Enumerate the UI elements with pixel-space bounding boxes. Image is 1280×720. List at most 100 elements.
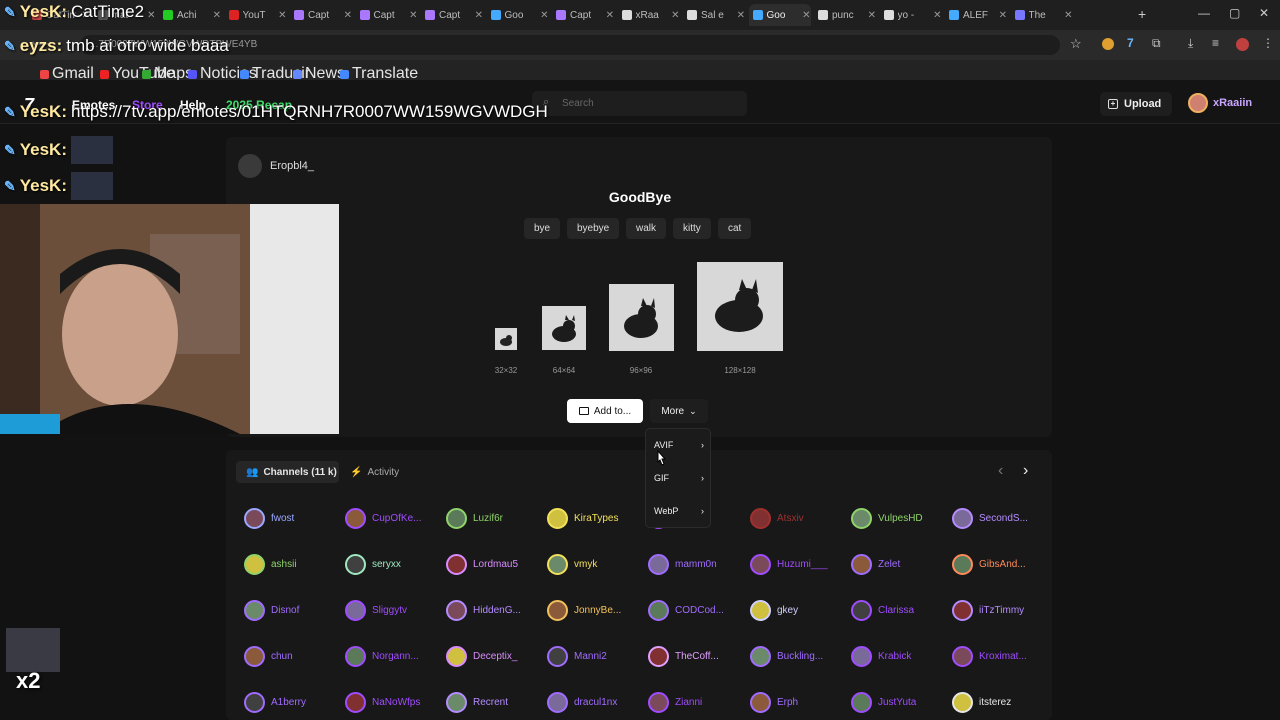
channel-item[interactable]: TheCoff... [648, 646, 719, 667]
close-tab-icon[interactable]: ✕ [409, 10, 417, 21]
extension-icon[interactable] [1102, 38, 1114, 50]
browser-tab[interactable]: Capt ✕ [290, 4, 352, 26]
close-tab-icon[interactable]: ✕ [606, 10, 614, 21]
channel-item[interactable]: iiTzTimmy [952, 600, 1024, 621]
channel-item[interactable]: JonnyBe... [547, 600, 621, 621]
emote-preview-96[interactable] [609, 284, 674, 351]
channel-item[interactable]: NaNoWfps [345, 692, 420, 713]
close-tab-icon[interactable]: ✕ [802, 10, 810, 21]
download-icon[interactable]: ⤓ [1188, 36, 1193, 51]
close-tab-icon[interactable]: ✕ [344, 10, 352, 21]
browser-tab[interactable]: Capt ✕ [356, 4, 418, 26]
tag-byebye[interactable]: byebye [567, 218, 620, 239]
profile-avatar-icon[interactable] [1236, 38, 1249, 51]
close-tab-icon[interactable]: ✕ [213, 10, 221, 21]
author-avatar[interactable] [238, 154, 262, 178]
emote-preview-64[interactable] [542, 306, 586, 350]
channel-item[interactable]: Krabick [851, 646, 911, 667]
channel-item[interactable]: KiraTypes [547, 508, 618, 529]
channel-item[interactable]: chun [244, 646, 293, 667]
channel-item[interactable]: Recrent [446, 692, 508, 713]
tag-bye[interactable]: bye [524, 218, 561, 239]
channel-item[interactable]: itsterez [952, 692, 1011, 713]
browser-tab[interactable]: yo - ✕ [880, 4, 942, 26]
channel-item[interactable]: CODCod... [648, 600, 724, 621]
minimize-icon[interactable]: — [1198, 6, 1210, 20]
maximize-icon[interactable]: ▢ [1229, 6, 1240, 20]
upload-button[interactable]: + Upload [1100, 92, 1172, 116]
tag-cat[interactable]: cat [718, 218, 752, 239]
channel-item[interactable]: dracul1nx [547, 692, 617, 713]
channel-item[interactable]: vmyk [547, 554, 597, 575]
channel-item[interactable]: Atsxiv [750, 508, 804, 529]
browser-tab[interactable]: Goo ✕ [748, 4, 811, 26]
channel-item[interactable]: Luzif6r [446, 508, 503, 529]
channel-item[interactable]: Norgann... [345, 646, 419, 667]
menu-item-webp[interactable]: WebP › [654, 506, 704, 516]
close-tab-icon[interactable]: ✕ [999, 10, 1007, 21]
channel-item[interactable]: A1berry [244, 692, 306, 713]
emote-preview-32[interactable] [495, 328, 517, 350]
channel-item[interactable]: gkey [750, 600, 798, 621]
menu-kebab-icon[interactable]: ⋮ [1262, 36, 1274, 50]
channel-item[interactable]: Lordmau5 [446, 554, 518, 575]
channel-item[interactable]: fwost [244, 508, 294, 529]
media-control-icon[interactable]: ≡ [1212, 36, 1219, 50]
browser-tab[interactable]: Capt ✕ [421, 4, 483, 26]
channel-item[interactable]: CupOfKe... [345, 508, 421, 529]
channel-item[interactable]: HiddenG... [446, 600, 521, 621]
channel-item[interactable]: SecondS... [952, 508, 1028, 529]
tag-kitty[interactable]: kitty [673, 218, 711, 239]
author-name[interactable]: Eropbl4_ [270, 160, 314, 172]
channel-item[interactable]: JustYuta [851, 692, 916, 713]
channel-item[interactable]: Deceptix_ [446, 646, 517, 667]
tag-walk[interactable]: walk [626, 218, 667, 239]
channel-item[interactable]: Buckling... [750, 646, 823, 667]
close-tab-icon[interactable]: ✕ [671, 10, 679, 21]
browser-tab[interactable]: punc ✕ [814, 4, 876, 26]
search-input[interactable]: ⌕ Search [532, 91, 747, 116]
tab-activity[interactable]: ⚡ Activity [350, 461, 399, 483]
channel-item[interactable]: Manni2 [547, 646, 607, 667]
user-menu[interactable]: xRaaiin [1188, 93, 1252, 113]
emote-preview-128[interactable] [697, 262, 783, 351]
tab-channels[interactable]: 👥 Channels (11 k) [236, 461, 339, 483]
menu-item-gif[interactable]: GIF › [654, 473, 704, 483]
channel-item[interactable]: Disnof [244, 600, 299, 621]
new-tab-button[interactable]: + [1138, 6, 1146, 22]
channel-item[interactable]: Clarissa [851, 600, 914, 621]
channel-item[interactable]: VulpesHD [851, 508, 923, 529]
browser-tab[interactable]: Achi ✕ [159, 4, 221, 26]
7tv-extension-icon[interactable]: 7 [1127, 36, 1134, 50]
channel-item[interactable]: Zelet [851, 554, 900, 575]
channel-item[interactable]: GibsAnd... [952, 554, 1026, 575]
channel-item[interactable]: Erph [750, 692, 798, 713]
browser-tab[interactable]: ALEF ✕ [945, 4, 1007, 26]
close-tab-icon[interactable]: ✕ [278, 10, 286, 21]
channel-item[interactable]: Zianni [648, 692, 702, 713]
browser-tab[interactable]: xRaa ✕ [618, 4, 680, 26]
close-tab-icon[interactable]: ✕ [737, 10, 745, 21]
channel-item[interactable]: Sliggytv [345, 600, 407, 621]
channel-item[interactable]: Kroximat... [952, 646, 1027, 667]
close-tab-icon[interactable]: ✕ [933, 10, 941, 21]
prev-page-button[interactable]: ‹ [998, 462, 1003, 480]
close-tab-icon[interactable]: ✕ [868, 10, 876, 21]
channel-item[interactable]: ashsii [244, 554, 297, 575]
channel-item[interactable]: mamm0n [648, 554, 717, 575]
close-tab-icon[interactable]: ✕ [540, 10, 548, 21]
close-tab-icon[interactable]: ✕ [147, 10, 155, 21]
close-tab-icon[interactable]: ✕ [1064, 10, 1072, 21]
channel-item[interactable]: Huzumi___ [750, 554, 828, 575]
channel-item[interactable]: seryxx [345, 554, 401, 575]
add-to-button[interactable]: Add to... [567, 399, 643, 423]
next-page-button[interactable]: › [1023, 462, 1028, 480]
extensions-puzzle-icon[interactable]: ⧉ [1152, 36, 1161, 51]
menu-item-avif[interactable]: AVIF › [654, 440, 704, 450]
browser-tab[interactable]: Capt ✕ [552, 4, 614, 26]
more-button[interactable]: More ⌄ [650, 399, 708, 423]
bookmark-star-icon[interactable]: ☆ [1070, 36, 1082, 52]
close-window-icon[interactable]: ✕ [1259, 6, 1269, 20]
browser-tab[interactable]: YouT ✕ [225, 4, 287, 26]
browser-tab[interactable]: Sal e ✕ [683, 4, 745, 26]
